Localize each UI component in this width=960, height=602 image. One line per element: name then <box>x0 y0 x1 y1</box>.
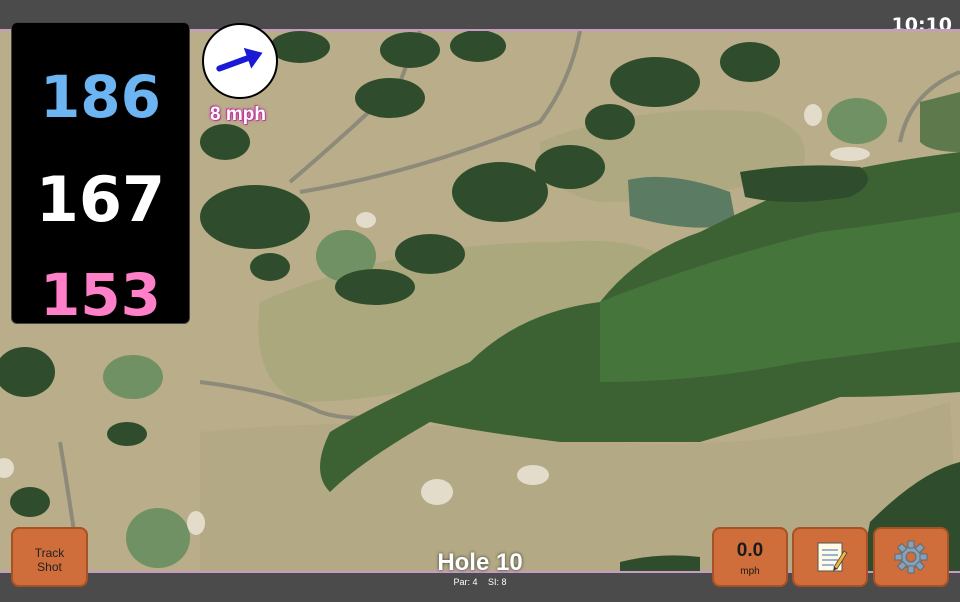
wind-speed-value: 0.0 <box>736 540 764 561</box>
wind-direction-indicator <box>202 23 278 99</box>
track-shot-button[interactable]: Track Shot <box>11 527 88 587</box>
back-of-green-distance: 186 <box>39 63 162 131</box>
wind-speed-unit: mph <box>740 566 760 577</box>
settings-button[interactable] <box>873 527 949 587</box>
hole-stroke-index: SI: 8 <box>488 577 507 587</box>
track-shot-label-line1: Track <box>34 546 65 560</box>
middle-of-green-distance: 167 <box>35 163 166 236</box>
notes-button[interactable] <box>792 527 868 587</box>
distance-panel: 186 167 153 <box>11 22 190 329</box>
hole-title: Hole 10 <box>437 549 523 576</box>
track-shot-label-line2: Shot <box>37 560 62 574</box>
front-of-green-distance: 153 <box>39 261 162 329</box>
wind-speed-button[interactable]: 0.0 mph <box>712 527 788 587</box>
wind-arrow-icon <box>216 47 263 72</box>
hole-par: Par: 4 <box>453 577 478 587</box>
hole-details: Par: 4 SI: 8 <box>380 577 580 587</box>
wind-speed-label: 8 mph <box>210 104 266 125</box>
gear-icon <box>894 540 928 574</box>
notepad-icon <box>817 542 848 572</box>
